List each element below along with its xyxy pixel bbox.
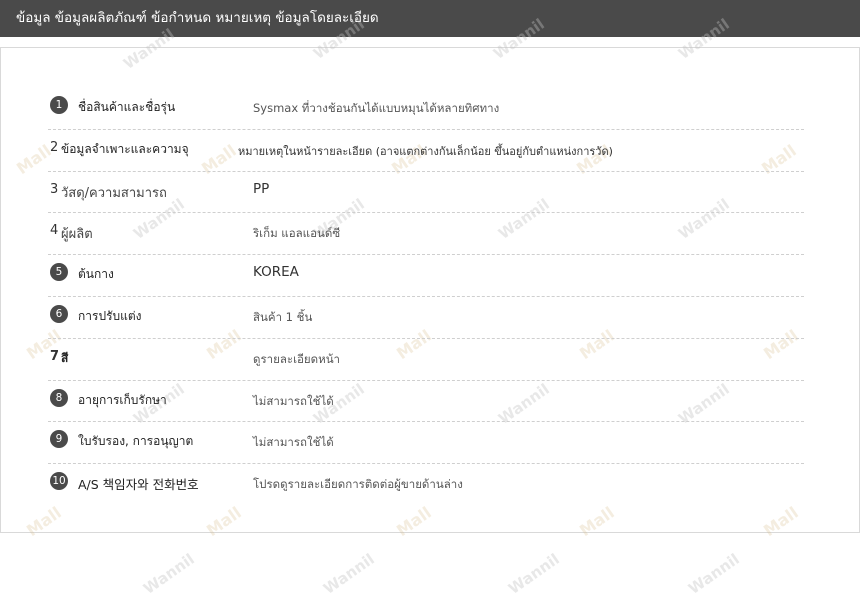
header-bar: ข้อมูล ข้อมูลผลิตภัณฑ์ ข้อกำหนด หมายเหตุ… xyxy=(0,0,860,37)
spec-row-color: 7 สี ดูรายละเอียดหน้า xyxy=(48,339,804,381)
row-value: ริเก็ม แอลแอนด์ซี xyxy=(253,226,341,241)
row-number-badge: 10 xyxy=(50,472,68,491)
row-number: 7 xyxy=(50,348,60,364)
row-value: Sysmax ที่วางช้อนกันได้แบบหมุนได้หลายทิศ… xyxy=(253,101,500,115)
row-label: อายุการเก็บรักษา xyxy=(78,392,167,407)
row-number: 2 xyxy=(50,139,59,155)
row-number-badge: 8 xyxy=(50,388,68,407)
watermark: Wannil xyxy=(320,550,378,598)
row-number-badge: 1 xyxy=(50,96,68,114)
spec-row-certification: 9 ใบรับรอง, การอนุญาต ไม่สามารถใช้ได้ xyxy=(48,422,804,465)
watermark: Wannil xyxy=(140,550,198,598)
spec-row-after-service: 10 A/S 책임자와 전화번호 โปรดดูรายละเอียดการติดต… xyxy=(48,464,804,505)
spec-row-shelf-life: 8 อายุการเก็บรักษา ไม่สามารถใช้ได้ xyxy=(48,381,804,423)
row-label: การปรับแต่ง xyxy=(78,308,142,323)
row-value: สินค้า 1 ชิ้น xyxy=(253,309,313,324)
row-value: PP xyxy=(253,180,270,197)
row-label: ชื่อสินค้าและชื่อรุ่น xyxy=(78,100,176,114)
row-number-badge: 5 xyxy=(50,263,68,282)
row-label: สี xyxy=(61,350,69,365)
row-label: ใบรับรอง, การอนุญาต xyxy=(78,434,194,449)
spec-row-product-name: 1 ชื่อสินค้าและชื่อรุ่น Sysmax ที่วางช้อ… xyxy=(48,88,804,130)
spec-row-material: 3 วัสดุ/ความสามารถ PP xyxy=(48,172,804,214)
watermark: Wannil xyxy=(505,550,563,598)
row-label: ต้นกาง xyxy=(78,267,114,282)
spec-row-customization: 6 การปรับแต่ง สินค้า 1 ชิ้น xyxy=(48,297,804,339)
header-title: ข้อมูล ข้อมูลผลิตภัณฑ์ ข้อกำหนด หมายเหตุ… xyxy=(16,10,379,26)
row-number-badge: 6 xyxy=(50,304,68,323)
spec-row-specification: 2 ข้อมูลจำเพาะและความจุ หมายเหตุในหน้ารา… xyxy=(48,130,804,172)
row-value: ไม่สามารถใช้ได้ xyxy=(253,393,334,408)
row-label: ผู้ผลิต xyxy=(61,227,93,243)
row-value: โปรดดูรายละเอียดการติดต่อผู้ขายด้านล่าง xyxy=(253,477,463,492)
spec-table: 1 ชื่อสินค้าและชื่อรุ่น Sysmax ที่วางช้อ… xyxy=(48,88,804,505)
spec-row-manufacturer: 4 ผู้ผลิต ริเก็ม แอลแอนด์ซี xyxy=(48,213,804,256)
row-value: KOREA xyxy=(253,264,299,281)
row-value: ดูรายละเอียดหน้า xyxy=(253,351,341,366)
row-number-badge: 9 xyxy=(50,430,68,449)
row-number: 3 xyxy=(50,181,59,197)
row-label: A/S 책임자와 전화번호 xyxy=(78,477,199,493)
row-value: ไม่สามารถใช้ได้ xyxy=(253,435,334,450)
row-label: ข้อมูลจำเพาะและความจุ xyxy=(61,141,189,156)
spec-row-origin: 5 ต้นกาง KOREA xyxy=(48,255,804,297)
row-value: หมายเหตุในหน้ารายละเอียด (อาจแตกต่างกันเ… xyxy=(238,144,613,158)
row-label: วัสดุ/ความสามารถ xyxy=(61,185,167,201)
row-number: 4 xyxy=(50,223,59,239)
watermark: Wannil xyxy=(685,550,743,598)
